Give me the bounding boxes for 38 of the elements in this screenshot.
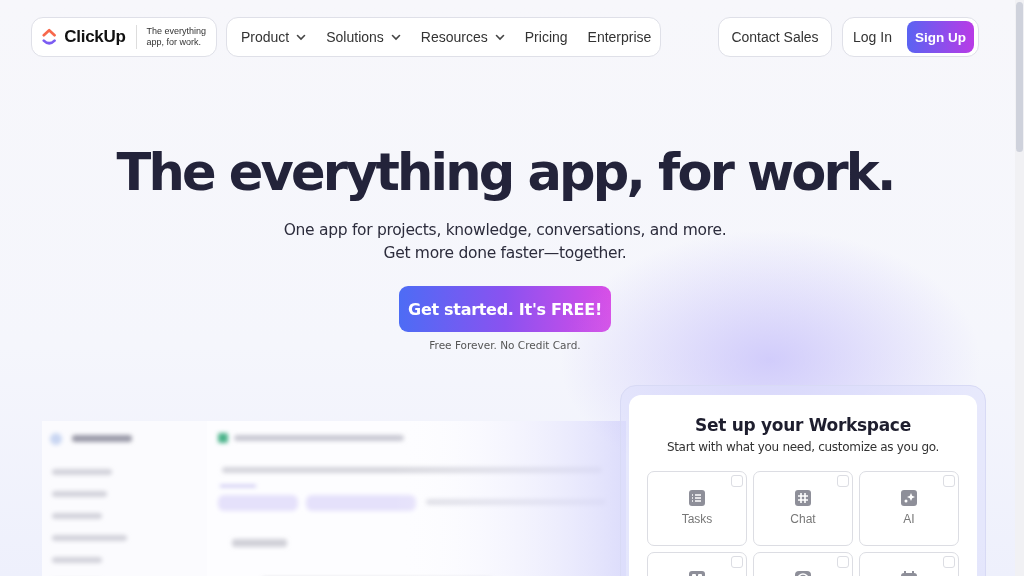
checkbox[interactable]: [731, 475, 743, 487]
nav-menu-item[interactable]: Resources: [410, 23, 515, 51]
get-started-button[interactable]: Get started. It's FREE!: [399, 286, 611, 332]
scrollbar[interactable]: [1015, 0, 1024, 576]
hero-title: The everything app, for work.: [116, 142, 894, 204]
sparkle-icon: [900, 489, 918, 507]
tile-label: Chat: [790, 512, 816, 526]
checkbox[interactable]: [943, 556, 955, 568]
workspace-option-tile[interactable]: Chat: [753, 471, 853, 546]
tile-label: Tasks: [681, 512, 713, 526]
workspace-option-tile[interactable]: AI: [859, 471, 959, 546]
nav-menu-item[interactable]: Enterprise: [577, 23, 662, 51]
workspace-subtitle: Start with what you need, customize as you go.: [665, 440, 941, 454]
hero-subtitle: One app for projects, knowledge, conversations, and more. Get more done faster—together.: [283, 220, 727, 264]
checkbox[interactable]: [837, 556, 849, 568]
scroll-thumb[interactable]: [1016, 2, 1023, 152]
logo-icon: [42, 27, 57, 47]
nav-menu-item[interactable]: Pricing: [514, 23, 578, 51]
chevron-down-icon: [494, 33, 505, 41]
chevron-down-icon: [296, 33, 307, 41]
workspace-option-tile[interactable]: Tasks: [647, 471, 747, 546]
nav-menu-item[interactable]: Product: [231, 23, 317, 51]
contact-sales-button[interactable]: Contact Sales: [718, 17, 832, 57]
logo-tagline: The everything app, for work.: [146, 26, 206, 48]
checkbox[interactable]: [837, 475, 849, 487]
chevron-down-icon: [390, 33, 401, 41]
checkbox[interactable]: [943, 475, 955, 487]
hash-icon: [794, 489, 812, 507]
logo-name: ClickUp: [64, 27, 126, 47]
nav-menu-item[interactable]: Solutions: [316, 23, 411, 51]
tile-label: AI: [903, 512, 915, 526]
signup-button[interactable]: Sign Up: [907, 21, 974, 53]
cta-note: Free Forever. No Credit Card.: [429, 339, 581, 351]
logo-card[interactable]: ClickUp The everything app, for work.: [31, 17, 217, 57]
workspace-title: Set up your Workspace: [694, 415, 912, 435]
checkbox[interactable]: [731, 556, 743, 568]
login-button[interactable]: Log In: [847, 29, 898, 45]
list-icon: [688, 489, 706, 507]
